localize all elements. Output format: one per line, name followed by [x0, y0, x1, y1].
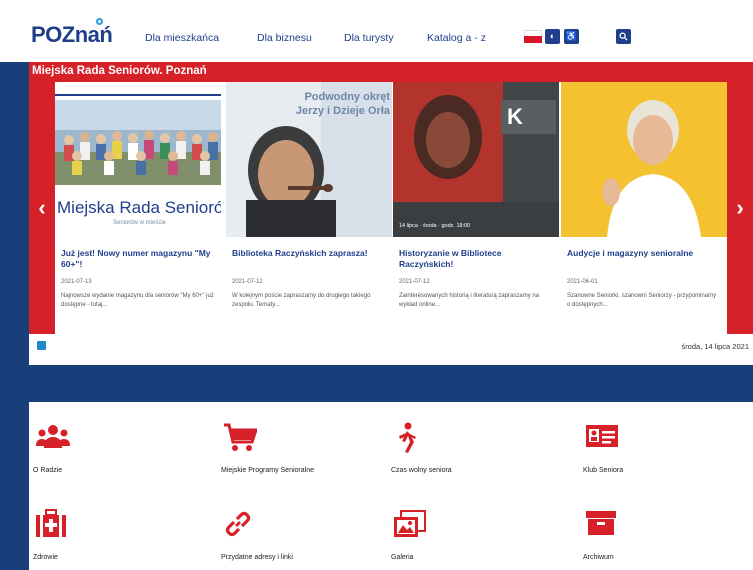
image-caption: Miejska Rada Seniorów [57, 198, 221, 217]
medical-kit-icon [36, 509, 66, 537]
accessibility-icon[interactable]: ♿ [564, 29, 579, 44]
top-navigation: POZnań Dla mieszkańca Dla biznesu Dla tu… [0, 0, 753, 62]
pause-icon[interactable] [37, 341, 46, 350]
tile-czas-wolny[interactable]: Czas wolny seniora [389, 422, 559, 492]
news-card-image: Miejska Rada Seniorów Seniorów w mieście [55, 82, 221, 237]
tile-label: Klub Seniora [583, 467, 624, 474]
tile-archiwum[interactable]: Archiwum [581, 509, 751, 570]
nav-link-residents[interactable]: Dla mieszkańca [145, 32, 219, 44]
tile-label: Miejskie Programy Senioralne [221, 467, 314, 474]
news-card[interactable]: K 14 lipca · środa · godz. 18:00 History… [393, 82, 559, 334]
section-divider-bar [0, 365, 753, 402]
tile-label: O Radzie [33, 467, 63, 474]
news-card-title[interactable]: Już jest! Nowy numer magazynu "My 60+"! [61, 248, 215, 270]
image-caption: K [507, 104, 523, 129]
tile-galeria[interactable]: Galeria [389, 509, 559, 570]
tile-label: Czas wolny seniora [391, 467, 452, 474]
news-card-title[interactable]: Biblioteka Raczyńskich zaprasza! [232, 248, 386, 259]
tile-o-radzie[interactable]: O Radzie [31, 422, 201, 492]
news-card-image: K 14 lipca · środa · godz. 18:00 [393, 82, 559, 237]
tile-zdrowie[interactable]: Zdrowie [31, 509, 201, 570]
news-card[interactable]: Audycje i magazyny senioralne 2021-06-01… [561, 82, 727, 334]
image-subcaption: 14 lipca · środa · godz. 18:00 [399, 223, 471, 229]
nav-link-tourists[interactable]: Dla turysty [344, 32, 394, 44]
nav-link-business[interactable]: Dla biznesu [257, 32, 312, 44]
tile-klub[interactable]: Klub Seniora [581, 422, 751, 492]
tile-programy[interactable]: Miejskie Programy Senioralne [219, 422, 389, 492]
users-icon [36, 425, 70, 448]
image-caption: Podwodny okręt Jerzy i Dzieje Orła [295, 91, 390, 117]
site-title[interactable]: Miejska Rada Seniorów. Poznań [32, 65, 207, 77]
id-card-icon [586, 425, 618, 447]
chevron-right-icon[interactable]: › [727, 82, 753, 334]
gallery-icon [394, 510, 426, 537]
chevron-left-icon[interactable]: ‹ [29, 82, 55, 334]
walking-person-icon [399, 422, 416, 453]
news-card-text: Zainteresowanych historią i literaturą z… [399, 293, 540, 308]
category-tiles: O Radzie Miejskie Programy Senioralne Cz… [29, 402, 753, 570]
news-card-date: 2021-07-12 [232, 279, 263, 285]
tile-adresy[interactable]: Przydatne adresy i linki [219, 509, 389, 570]
news-card-date: 2021-07-13 [61, 279, 92, 285]
news-card-title[interactable]: Historyzanie w Bibliotece Raczyńskich! [399, 248, 553, 270]
news-card[interactable]: Miejska Rada Seniorów Seniorów w mieście… [55, 82, 221, 334]
current-date: środa, 14 lipca 2021 [681, 342, 749, 351]
news-card-date: 2021-06-01 [567, 279, 598, 285]
archive-icon [586, 511, 616, 535]
news-card-text: Najnowsze wydanie magazynu dla seniorów … [61, 293, 214, 308]
site-title-bar: Miejska Rada Seniorów. Poznań [29, 62, 753, 82]
search-icon[interactable] [616, 29, 631, 44]
tile-label: Zdrowie [33, 554, 58, 561]
polish-flag-icon[interactable] [524, 30, 542, 43]
contrast-icon[interactable]: ◐ [545, 29, 560, 44]
image-subcaption: Seniorów w mieście [113, 220, 167, 226]
news-card-image: Podwodny okręt Jerzy i Dzieje Orła [226, 82, 392, 237]
news-card-title[interactable]: Audycje i magazyny senioralne [567, 248, 721, 259]
news-card-image [561, 82, 727, 237]
logo-mark-icon [96, 18, 103, 25]
link-icon [225, 511, 251, 537]
tile-label: Przydatne adresy i linki [221, 554, 293, 561]
left-edge-stripe [0, 62, 29, 570]
tile-label: Archiwum [583, 554, 614, 561]
news-card-text: Szanowne Seniorki, szanowni Seniorzy - p… [567, 293, 717, 308]
site-logo[interactable]: POZnań [31, 22, 113, 48]
tile-label: Galeria [391, 554, 414, 561]
news-card-text: W kolejnym poście zapraszamy do drugiego… [232, 293, 371, 308]
nav-link-catalog[interactable]: Katalog a - z [427, 32, 486, 44]
news-card[interactable]: Podwodny okręt Jerzy i Dzieje Orła Bibli… [226, 82, 392, 334]
news-card-date: 2021-07-12 [399, 279, 430, 285]
news-carousel: ‹ Miejska Rada Seniorów Seniorów w mieśc… [29, 82, 753, 334]
cart-icon [224, 423, 257, 451]
